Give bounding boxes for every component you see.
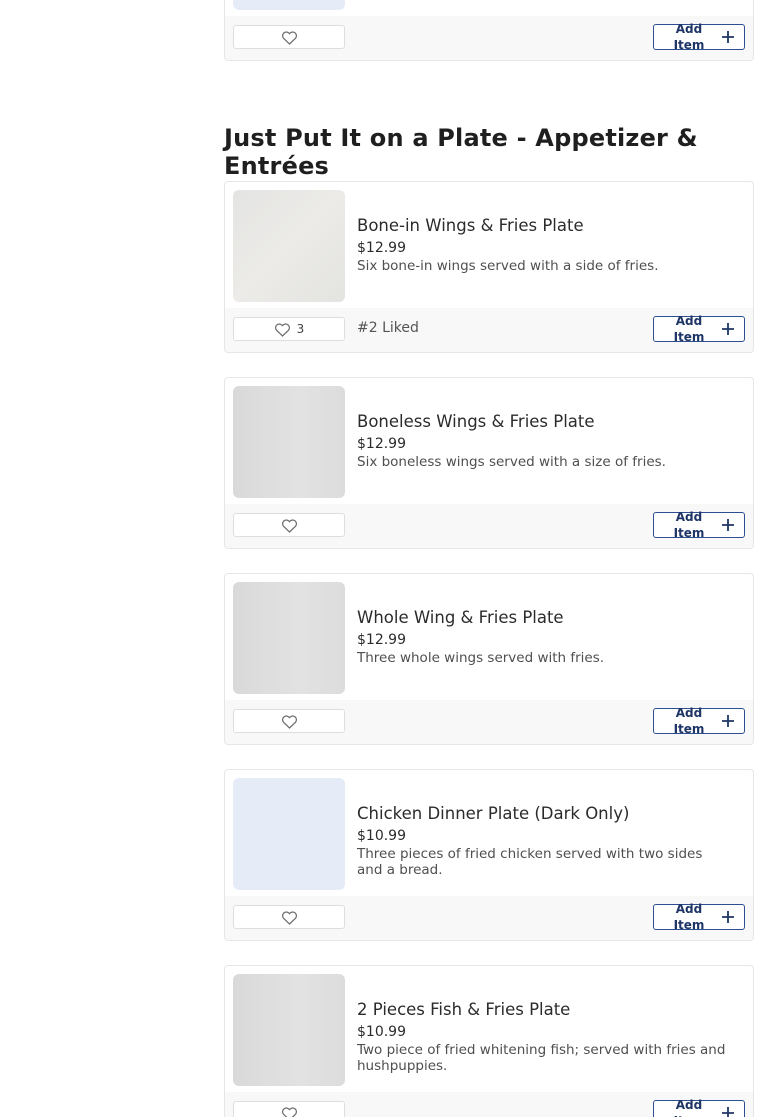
item-image [233,386,345,498]
item-name: Whole Wing & Fries Plate [357,608,564,627]
item-image [233,582,345,694]
menu-item-card[interactable]: Whole Wing & Fries Plate $12.99 Three wh… [224,573,754,745]
menu-item-card[interactable]: Boneless Wings & Fries Plate $12.99 Six … [224,377,754,549]
like-button[interactable] [233,25,345,49]
like-button[interactable] [233,905,345,929]
plus-icon [722,911,734,923]
like-button[interactable]: 3 [233,317,345,341]
like-count: 3 [296,322,305,336]
heart-icon [281,30,297,45]
add-item-label: Add Item [673,22,705,52]
item-description: Six bone-in wings served with a side of … [357,258,659,274]
card-footer: Add Item [225,700,753,744]
heart-icon [281,1106,297,1117]
menu-item-card-previous: Add Item [224,0,754,61]
like-button[interactable] [233,513,345,537]
item-image [233,974,345,1086]
plus-icon [722,323,734,335]
add-item-label: Add Item [673,902,705,932]
item-name: 2 Pieces Fish & Fries Plate [357,1000,571,1019]
item-price: $12.99 [357,632,406,648]
item-price: $12.99 [357,436,406,452]
item-price: $10.99 [357,1024,406,1040]
item-description: Three whole wings served with fries. [357,650,605,666]
add-item-label: Add Item [673,706,705,736]
item-name: Boneless Wings & Fries Plate [357,412,595,431]
card-footer: Add Item [225,16,753,60]
plus-icon [722,715,734,727]
like-button[interactable] [233,1101,345,1117]
like-button[interactable] [233,709,345,733]
section-title: Just Put It on a Plate - Appetizer & Ent… [224,124,698,180]
plus-icon [722,519,734,531]
heart-icon [281,910,297,925]
card-footer: Add Item [225,504,753,548]
item-price: $12.99 [357,240,406,256]
item-image [233,190,345,302]
item-price: $10.99 [357,828,406,844]
item-description: Six boneless wings served with a size of… [357,454,666,470]
card-footer: 3 #2 Liked Add Item [225,308,753,352]
heart-icon [281,518,297,533]
add-item-label: Add Item [673,314,705,344]
menu-item-card[interactable]: Bone-in Wings & Fries Plate $12.99 Six b… [224,181,754,353]
item-image [233,0,345,10]
item-description: Three pieces of fried chicken served wit… [357,846,703,878]
heart-icon [281,714,297,729]
card-footer: Add Item [225,1092,753,1117]
add-item-button[interactable]: Add Item [653,706,745,736]
menu-item-card[interactable]: Chicken Dinner Plate (Dark Only) $10.99 … [224,769,754,941]
add-item-button[interactable]: Add Item [653,314,745,344]
plus-icon [722,31,734,43]
add-item-label: Add Item [674,1098,705,1117]
item-image [233,778,345,890]
add-item-button[interactable]: Add Item [653,22,745,52]
menu-item-card[interactable]: 2 Pieces Fish & Fries Plate $10.99 Two p… [224,965,754,1117]
item-name: Chicken Dinner Plate (Dark Only) [357,804,630,823]
card-footer: Add Item [225,896,753,940]
add-item-label: Add Item [673,510,705,540]
add-item-button[interactable]: Add Item [653,902,745,932]
liked-rank: #2 Liked [357,320,419,336]
item-description: Two piece of fried whitening fish; serve… [357,1042,726,1074]
add-item-button[interactable]: Add Item [653,1098,745,1117]
item-name: Bone-in Wings & Fries Plate [357,216,584,235]
add-item-button[interactable]: Add Item [653,510,745,540]
heart-icon [274,322,290,337]
plus-icon [722,1107,734,1117]
